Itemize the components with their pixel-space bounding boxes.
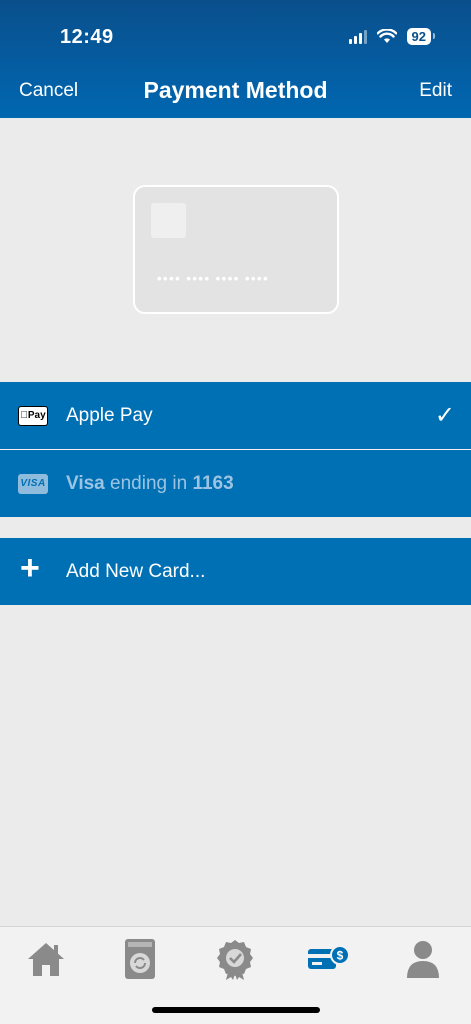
wifi-icon [376, 29, 397, 43]
status-time: 12:49 [60, 26, 114, 48]
tab-payment[interactable]: $ [306, 937, 350, 981]
profile-icon [407, 941, 439, 978]
plus-icon: + [20, 549, 40, 587]
battery-indicator: 92 [406, 28, 436, 45]
apple-pay-icon: Pay [18, 405, 48, 426]
page-title: Payment Method [143, 77, 328, 103]
edit-button[interactable]: Edit [419, 80, 452, 102]
payment-option-label: Apple Pay [66, 404, 153, 426]
svg-text:$: $ [337, 949, 344, 963]
home-indicator[interactable] [152, 1007, 320, 1013]
card-brand: Visa [66, 472, 105, 494]
card-masked-number: •••• •••• •••• •••• [157, 271, 270, 286]
card-chip [151, 203, 186, 238]
add-new-card-button[interactable]: + Add New Card... [0, 538, 471, 605]
status-icons: 92 [348, 28, 436, 45]
card-last4: 1163 [192, 472, 234, 494]
laundry-machine-icon [125, 939, 155, 979]
rewards-badge-icon [217, 940, 253, 980]
visa-card-icon: VISA [18, 473, 48, 494]
payment-option-label: Visa ending in 1163 [66, 473, 234, 495]
card-ending-text: ending in [104, 472, 193, 494]
checkmark-icon: ✓ [434, 402, 455, 429]
tab-home[interactable] [24, 937, 68, 981]
header: 12:49 92 Cancel Payment Method Edit [0, 0, 471, 118]
tab-profile[interactable] [401, 937, 445, 981]
payment-option-visa[interactable]: VISA Visa ending in 1163 [0, 450, 471, 517]
card-preview: •••• •••• •••• •••• [133, 185, 339, 314]
add-new-card-label: Add New Card... [66, 560, 206, 582]
home-icon [28, 943, 64, 976]
payment-card-icon: $ [308, 945, 350, 969]
tab-laundry[interactable] [118, 937, 162, 981]
tab-rewards[interactable] [213, 937, 257, 981]
cellular-signal-icon [348, 29, 367, 44]
payment-option-apple-pay[interactable]: Pay Apple Pay ✓ [0, 382, 471, 449]
